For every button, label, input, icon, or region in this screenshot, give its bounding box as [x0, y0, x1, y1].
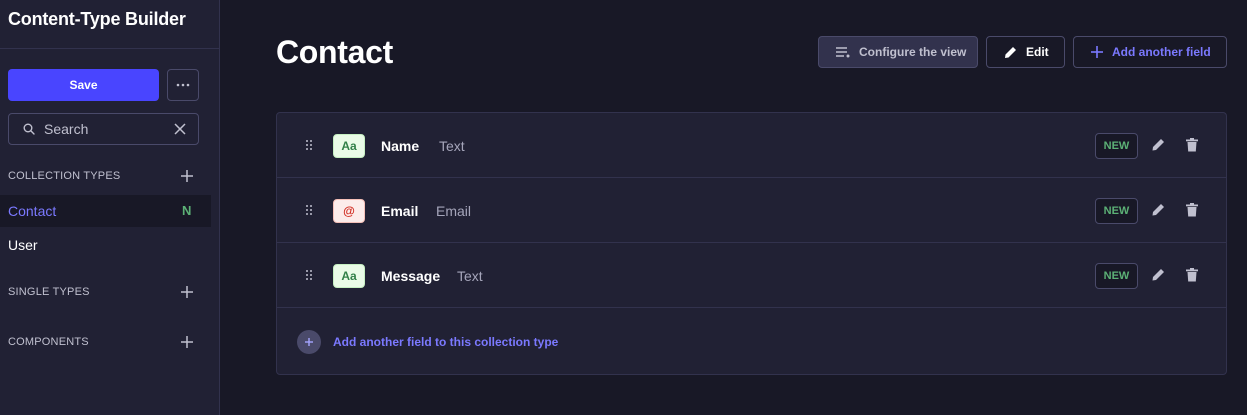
edit-button[interactable]: Edit: [986, 36, 1065, 68]
configure-view-button[interactable]: Configure the view: [818, 36, 978, 68]
trash-icon[interactable]: [1186, 138, 1198, 152]
add-single-type-icon[interactable]: [180, 285, 194, 299]
search-icon: [23, 123, 35, 135]
close-icon[interactable]: [174, 123, 186, 135]
add-circle-icon: [297, 329, 321, 354]
text-type-icon: Aa: [333, 264, 365, 288]
more-dots-icon: [176, 83, 190, 87]
fields-table: Aa Name Text NEW @ Email Email NEW Aa Me…: [276, 112, 1227, 375]
add-collection-type-icon[interactable]: [180, 169, 194, 183]
drag-handle-icon[interactable]: [305, 269, 313, 281]
sidebar-item-contact[interactable]: Contact: [8, 203, 56, 219]
new-badge: NEW: [1095, 198, 1138, 224]
new-status-badge: N: [182, 203, 192, 218]
search-input[interactable]: Search: [8, 113, 199, 145]
sidebar-title: Content-Type Builder: [8, 9, 186, 29]
add-another-field-label: Add another field: [1112, 45, 1211, 59]
list-settings-icon: [836, 47, 850, 58]
field-type: Text: [457, 268, 483, 284]
add-component-icon[interactable]: [180, 335, 194, 349]
plus-icon: [1091, 46, 1103, 58]
field-row-name: Aa Name Text NEW: [277, 113, 1226, 178]
drag-handle-icon[interactable]: [305, 139, 313, 151]
more-actions-button[interactable]: [167, 69, 199, 101]
save-button[interactable]: Save: [8, 69, 159, 101]
add-field-to-collection-label: Add another field to this collection typ…: [333, 334, 559, 349]
add-another-field-button[interactable]: Add another field: [1073, 36, 1227, 68]
field-row-email: @ Email Email NEW: [277, 178, 1226, 243]
edit-field-icon[interactable]: [1151, 138, 1165, 152]
trash-icon[interactable]: [1186, 203, 1198, 217]
sidebar: Content-Type Builder Save Search COLLECT…: [0, 0, 220, 415]
pencil-icon: [1005, 46, 1016, 58]
field-name: Name: [381, 138, 420, 154]
field-name: Email: [381, 203, 419, 219]
field-name: Message: [381, 268, 441, 284]
edit-field-icon[interactable]: [1151, 203, 1165, 217]
configure-view-label: Configure the view: [859, 45, 967, 59]
text-type-icon: Aa: [333, 134, 365, 158]
collection-types-heading: COLLECTION TYPES: [8, 170, 121, 182]
new-badge: NEW: [1095, 263, 1138, 289]
sidebar-divider: [0, 48, 219, 49]
edit-label: Edit: [1026, 45, 1049, 59]
field-type: Text: [439, 138, 465, 154]
page-title: Contact: [276, 34, 394, 70]
components-heading: COMPONENTS: [8, 336, 89, 348]
field-row-message: Aa Message Text NEW: [277, 243, 1226, 308]
plus-icon: [305, 337, 313, 346]
field-type: Email: [436, 203, 472, 219]
trash-icon[interactable]: [1186, 268, 1198, 282]
sidebar-item-user[interactable]: User: [8, 237, 38, 253]
add-field-to-collection-button[interactable]: Add another field to this collection typ…: [277, 309, 1226, 374]
search-placeholder: Search: [44, 121, 89, 137]
drag-handle-icon[interactable]: [305, 204, 313, 216]
single-types-heading: SINGLE TYPES: [8, 286, 90, 298]
new-badge: NEW: [1095, 133, 1138, 159]
edit-field-icon[interactable]: [1151, 268, 1165, 282]
email-type-icon: @: [333, 199, 365, 223]
